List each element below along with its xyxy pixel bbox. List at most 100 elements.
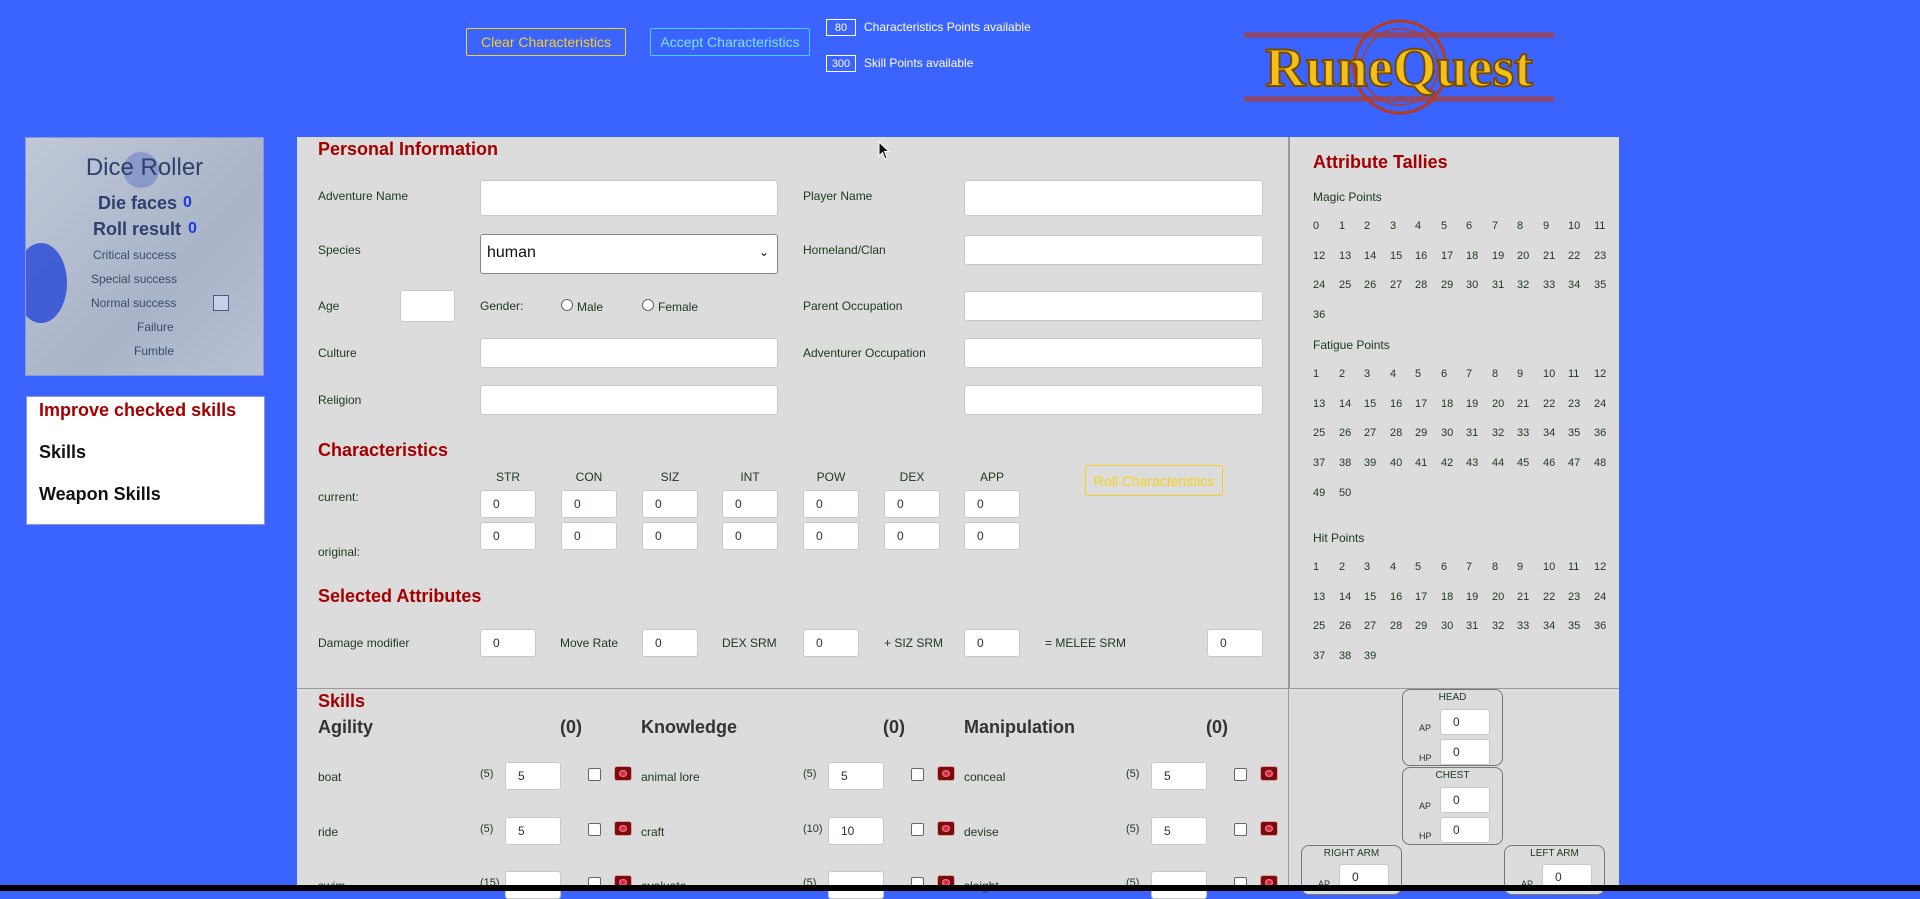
hit-point-tally[interactable]: 3 <box>1364 561 1370 573</box>
magic-point-tally[interactable]: 21 <box>1543 250 1555 262</box>
hit-point-tally[interactable]: 36 <box>1594 620 1606 632</box>
siz-original-input[interactable]: 0 <box>642 522 698 550</box>
hit-point-tally[interactable]: 12 <box>1594 561 1606 573</box>
hit-point-tally[interactable]: 2 <box>1339 561 1345 573</box>
magic-point-tally[interactable]: 15 <box>1390 250 1402 262</box>
hit-point-tally[interactable]: 31 <box>1466 620 1478 632</box>
head-ap-input[interactable]: 0 <box>1440 709 1490 735</box>
dice-roller[interactable]: Dice Roller Die faces 0 Roll result 0 Cr… <box>25 137 264 376</box>
fatigue-point-tally[interactable]: 30 <box>1441 427 1453 439</box>
hit-point-tally[interactable]: 15 <box>1364 591 1376 603</box>
skill-improve-checkbox[interactable] <box>588 823 601 836</box>
fatigue-point-tally[interactable]: 19 <box>1466 398 1478 410</box>
app-current-input[interactable]: 0 <box>964 490 1020 518</box>
fatigue-point-tally[interactable]: 22 <box>1543 398 1555 410</box>
fatigue-point-tally[interactable]: 42 <box>1441 457 1453 469</box>
fatigue-point-tally[interactable]: 35 <box>1568 427 1580 439</box>
hit-point-tally[interactable]: 24 <box>1594 591 1606 603</box>
skill-improve-checkbox[interactable] <box>1234 768 1247 781</box>
magic-point-tally[interactable]: 30 <box>1466 279 1478 291</box>
fatigue-point-tally[interactable]: 4 <box>1390 368 1396 380</box>
fatigue-point-tally[interactable]: 25 <box>1313 427 1325 439</box>
magic-point-tally[interactable]: 11 <box>1594 220 1605 232</box>
age-input[interactable] <box>400 290 455 322</box>
fatigue-point-tally[interactable]: 46 <box>1543 457 1555 469</box>
hit-point-tally[interactable]: 23 <box>1568 591 1580 603</box>
head-hp-input[interactable]: 0 <box>1440 739 1490 765</box>
religion-extra-input[interactable] <box>964 385 1263 415</box>
fatigue-point-tally[interactable]: 45 <box>1517 457 1529 469</box>
magic-point-tally[interactable]: 19 <box>1492 250 1504 262</box>
skill-improve-checkbox[interactable] <box>1234 823 1247 836</box>
hit-point-tally[interactable]: 7 <box>1466 561 1472 573</box>
fatigue-point-tally[interactable]: 29 <box>1415 427 1427 439</box>
siz-current-input[interactable]: 0 <box>642 490 698 518</box>
fatigue-point-tally[interactable]: 16 <box>1390 398 1402 410</box>
roll-die-icon[interactable] <box>614 821 632 836</box>
roll-die-icon[interactable] <box>937 821 955 836</box>
fatigue-point-tally[interactable]: 11 <box>1568 368 1579 380</box>
hit-point-tally[interactable]: 34 <box>1543 620 1555 632</box>
hit-point-tally[interactable]: 21 <box>1517 591 1529 603</box>
adventure-name-input[interactable] <box>480 180 778 216</box>
dex-srm-input[interactable]: 0 <box>803 629 859 657</box>
fatigue-point-tally[interactable]: 9 <box>1517 368 1523 380</box>
skill-improve-checkbox[interactable] <box>588 768 601 781</box>
skill-improve-checkbox[interactable] <box>911 768 924 781</box>
fatigue-point-tally[interactable]: 5 <box>1415 368 1421 380</box>
magic-point-tally[interactable]: 1 <box>1339 220 1345 232</box>
magic-point-tally[interactable]: 25 <box>1339 279 1351 291</box>
fatigue-point-tally[interactable]: 12 <box>1594 368 1606 380</box>
fatigue-point-tally[interactable]: 15 <box>1364 398 1376 410</box>
int-original-input[interactable]: 0 <box>722 522 778 550</box>
hit-point-tally[interactable]: 20 <box>1492 591 1504 603</box>
fatigue-point-tally[interactable]: 39 <box>1364 457 1376 469</box>
fatigue-point-tally[interactable]: 3 <box>1364 368 1370 380</box>
roll-die-icon[interactable] <box>614 766 632 781</box>
magic-point-tally[interactable]: 26 <box>1364 279 1376 291</box>
hit-point-tally[interactable]: 14 <box>1339 591 1351 603</box>
hit-point-tally[interactable]: 16 <box>1390 591 1402 603</box>
hit-point-tally[interactable]: 25 <box>1313 620 1325 632</box>
magic-point-tally[interactable]: 8 <box>1517 220 1523 232</box>
magic-point-tally[interactable]: 24 <box>1313 279 1325 291</box>
dex-current-input[interactable]: 0 <box>884 490 940 518</box>
culture-input[interactable] <box>480 338 778 368</box>
dex-original-input[interactable]: 0 <box>884 522 940 550</box>
fatigue-point-tally[interactable]: 28 <box>1390 427 1402 439</box>
fatigue-point-tally[interactable]: 24 <box>1594 398 1606 410</box>
magic-point-tally[interactable]: 10 <box>1568 220 1580 232</box>
magic-point-tally[interactable]: 36 <box>1313 309 1325 321</box>
con-original-input[interactable]: 0 <box>561 522 617 550</box>
hit-point-tally[interactable]: 11 <box>1568 561 1579 573</box>
magic-point-tally[interactable]: 32 <box>1517 279 1529 291</box>
hit-point-tally[interactable]: 37 <box>1313 650 1325 662</box>
religion-input[interactable] <box>480 385 778 415</box>
fatigue-point-tally[interactable]: 8 <box>1492 368 1498 380</box>
app-original-input[interactable]: 0 <box>964 522 1020 550</box>
str-current-input[interactable]: 0 <box>480 490 536 518</box>
fatigue-point-tally[interactable]: 47 <box>1568 457 1580 469</box>
magic-point-tally[interactable]: 33 <box>1543 279 1555 291</box>
hit-point-tally[interactable]: 27 <box>1364 620 1376 632</box>
melee-srm-input[interactable]: 0 <box>1207 629 1263 657</box>
gender-female-radio[interactable] <box>642 299 654 311</box>
magic-point-tally[interactable]: 0 <box>1313 220 1319 232</box>
magic-point-tally[interactable]: 9 <box>1543 220 1549 232</box>
roll-die-icon[interactable] <box>1260 766 1278 781</box>
chest-hp-input[interactable]: 0 <box>1440 817 1490 843</box>
con-current-input[interactable]: 0 <box>561 490 617 518</box>
homeland-clan-input[interactable] <box>964 235 1263 265</box>
species-select[interactable]: human ⌄ <box>480 234 778 274</box>
magic-point-tally[interactable]: 18 <box>1466 250 1478 262</box>
magic-point-tally[interactable]: 20 <box>1517 250 1529 262</box>
hit-point-tally[interactable]: 22 <box>1543 591 1555 603</box>
skill-value-input[interactable]: 5 <box>1151 762 1207 790</box>
magic-point-tally[interactable]: 16 <box>1415 250 1427 262</box>
fatigue-point-tally[interactable]: 14 <box>1339 398 1351 410</box>
hit-point-tally[interactable]: 18 <box>1441 591 1453 603</box>
hit-point-tally[interactable]: 26 <box>1339 620 1351 632</box>
skill-value-input[interactable]: 5 <box>505 817 561 845</box>
fatigue-point-tally[interactable]: 34 <box>1543 427 1555 439</box>
fatigue-point-tally[interactable]: 20 <box>1492 398 1504 410</box>
